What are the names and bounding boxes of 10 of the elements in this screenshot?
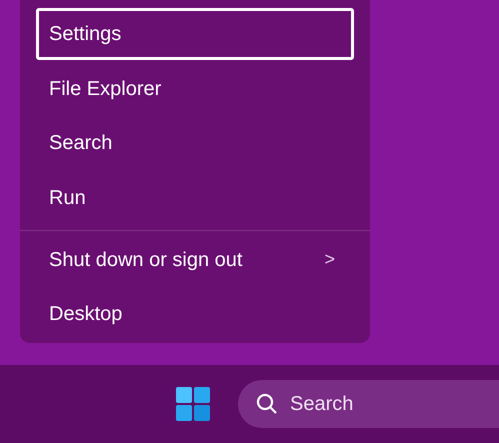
menu-item[interactable]: Settings [36, 8, 354, 60]
search-icon [256, 393, 278, 415]
menu-item[interactable]: Desktop [36, 288, 354, 340]
windows-logo-icon[interactable] [176, 387, 210, 421]
menu-item[interactable]: File Explorer [36, 62, 354, 114]
menu-item[interactable]: Shut down or sign out > [36, 234, 354, 286]
search-field[interactable]: Search [238, 380, 499, 428]
chevron: > [324, 248, 336, 272]
menu-item[interactable]: Run [36, 172, 354, 224]
menu-item[interactable]: Search [36, 117, 354, 170]
